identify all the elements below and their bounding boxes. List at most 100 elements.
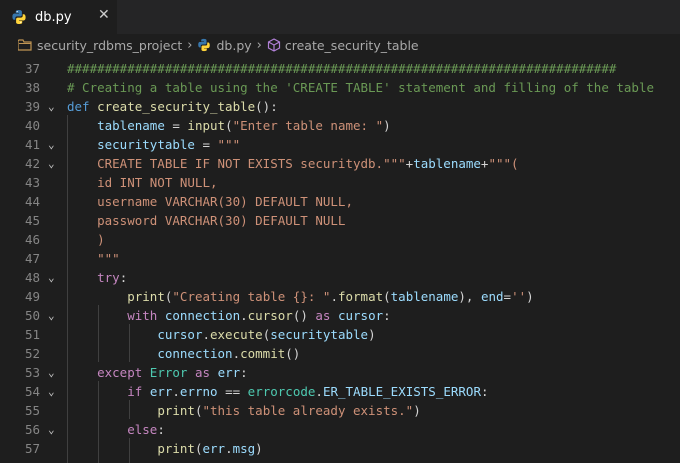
code-token: cursor xyxy=(247,308,293,323)
code-token: . xyxy=(330,289,338,304)
code-line[interactable]: 49 print("Creating table {}: ".format(ta… xyxy=(0,287,680,306)
code-token: "this table already exists." xyxy=(202,403,414,418)
code-token: err xyxy=(217,365,241,380)
code-token: connection xyxy=(164,308,241,323)
code-token: format xyxy=(337,289,384,304)
code-token: connection xyxy=(157,346,233,361)
code-line[interactable]: 51 cursor.execute(securitytable) xyxy=(0,325,680,344)
code-token: . xyxy=(315,384,323,399)
code-token: tablename xyxy=(413,156,481,171)
fold-chevron-icon[interactable]: ⌄ xyxy=(48,135,55,154)
code-token: securitytable xyxy=(97,137,195,152)
tab-db-py[interactable]: db.py ✕ xyxy=(0,0,117,34)
code-line[interactable]: 53 ⌄ except Error as err: xyxy=(0,363,680,382)
code-token: = xyxy=(194,137,218,152)
fold-chevron-icon[interactable]: ⌄ xyxy=(48,268,55,287)
code-line[interactable]: 50 ⌄ with connection.cursor() as cursor: xyxy=(0,306,680,325)
code-text: """ xyxy=(67,249,120,268)
code-line[interactable]: 41 ⌄ securitytable = """ xyxy=(0,135,680,154)
fold-chevron-icon[interactable]: ⌄ xyxy=(48,154,55,173)
fold-chevron-icon[interactable]: ⌄ xyxy=(48,420,55,439)
code-text: cursor.execute(securitytable) xyxy=(67,325,375,344)
code-line[interactable]: 45 password VARCHAR(30) DEFAULT NULL xyxy=(0,211,680,230)
line-number: 56 xyxy=(24,422,40,437)
code-token: : xyxy=(240,365,248,380)
code-token: username VARCHAR(30) DEFAULT NULL, xyxy=(67,194,353,209)
code-text: except Error as err: xyxy=(67,363,248,382)
line-number: 46 xyxy=(24,232,40,247)
code-line[interactable]: 48 ⌄ try: xyxy=(0,268,680,287)
code-line[interactable]: 47 """ xyxy=(0,249,680,268)
code-token: ER_TABLE_EXISTS_ERROR xyxy=(322,384,481,399)
code-token: as xyxy=(315,308,331,323)
code-token: tablename xyxy=(97,118,165,133)
code-line[interactable]: 38 # Creating a table using the 'CREATE T… xyxy=(0,78,680,97)
code-line[interactable]: 39 ⌄ def create_security_table(): xyxy=(0,97,680,116)
code-token: ) xyxy=(67,232,105,247)
code-token: execute xyxy=(210,327,263,342)
code-text: print("this table already exists.") xyxy=(67,401,420,420)
code-token: # Creating a table using the 'CREATE TAB… xyxy=(67,80,654,95)
code-token: : xyxy=(383,308,391,323)
breadcrumb-project[interactable]: security_rdbms_project xyxy=(37,38,182,53)
code-line[interactable]: 52 connection.commit() xyxy=(0,344,680,363)
code-line[interactable]: 42 ⌄ CREATE TABLE IF NOT EXISTS securityd… xyxy=(0,154,680,173)
code-line[interactable]: 37 ######################################… xyxy=(0,59,680,78)
code-token: if xyxy=(127,384,143,399)
code-token: errno xyxy=(179,384,218,399)
code-line[interactable]: 44 username VARCHAR(30) DEFAULT NULL, xyxy=(0,192,680,211)
code-text: def create_security_table(): xyxy=(67,97,278,116)
code-text: connection.commit() xyxy=(67,344,300,363)
line-number: 41 xyxy=(24,137,40,152)
python-file-icon xyxy=(12,10,26,24)
fold-chevron-icon[interactable]: ⌄ xyxy=(48,382,55,401)
code-token: """( xyxy=(488,156,519,171)
code-line[interactable]: 46 ) xyxy=(0,230,680,249)
code-token: print xyxy=(157,403,195,418)
code-line[interactable]: 54 ⌄ if err.errno == errorcode.ER_TABLE_E… xyxy=(0,382,680,401)
line-number: 53 xyxy=(24,365,40,380)
code-line[interactable]: 55 print("this table already exists.") xyxy=(0,401,680,420)
code-token: err xyxy=(202,441,226,456)
code-token: """ xyxy=(67,251,120,266)
fold-chevron-icon[interactable]: ⌄ xyxy=(48,97,55,116)
code-line[interactable]: 57 print(err.msg) xyxy=(0,439,680,458)
code-token: . xyxy=(232,346,241,361)
code-token: "Creating table {}: " xyxy=(172,289,331,304)
code-token: ) xyxy=(383,118,391,133)
code-token: msg xyxy=(232,441,256,456)
line-number: 44 xyxy=(24,194,40,209)
fold-chevron-icon[interactable]: ⌄ xyxy=(48,363,55,382)
code-line[interactable]: 56 ⌄ else: xyxy=(0,420,680,439)
code-token: password VARCHAR(30) DEFAULT NULL xyxy=(67,213,346,228)
code-token: cursor xyxy=(337,308,384,323)
code-token: (): xyxy=(255,99,278,114)
breadcrumb-symbol[interactable]: create_security_table xyxy=(285,38,419,53)
code-text: password VARCHAR(30) DEFAULT NULL xyxy=(67,211,345,230)
code-text: with connection.cursor() as cursor: xyxy=(67,306,391,325)
code-token: '' xyxy=(511,289,527,304)
code-text: CREATE TABLE IF NOT EXISTS securitydb.""… xyxy=(67,154,519,173)
code-token: with xyxy=(127,308,158,323)
breadcrumb: security_rdbms_project › db.py › create_… xyxy=(0,34,680,56)
fold-chevron-icon[interactable]: ⌄ xyxy=(48,306,55,325)
code-token: : xyxy=(119,270,128,285)
breadcrumb-file[interactable]: db.py xyxy=(216,38,251,53)
code-token: def xyxy=(67,99,98,114)
code-line[interactable]: 40 tablename = input("Enter table name: … xyxy=(0,116,680,135)
code-line[interactable]: 43 id INT NOT NULL, xyxy=(0,173,680,192)
close-icon[interactable]: ✕ xyxy=(98,7,110,23)
line-number: 38 xyxy=(24,80,40,95)
code-token: print xyxy=(127,289,165,304)
line-number: 51 xyxy=(24,327,40,342)
code-editor[interactable]: 37 ######################################… xyxy=(0,58,680,463)
